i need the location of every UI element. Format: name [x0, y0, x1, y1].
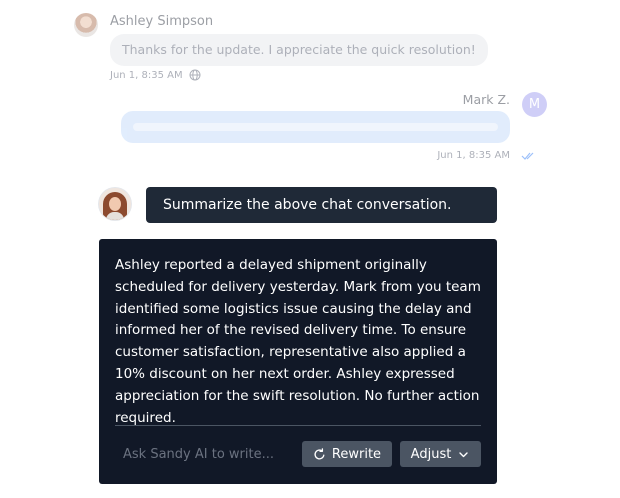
avatar[interactable]: M — [522, 92, 547, 117]
conversation-history: Ashley Simpson Thanks for the update. I … — [0, 0, 620, 180]
divider — [115, 425, 481, 426]
chat-panel: Ashley Simpson Thanks for the update. I … — [0, 0, 620, 498]
message-bubble-incoming: Thanks for the update. I appreciate the … — [110, 34, 488, 66]
adjust-label: Adjust — [410, 446, 452, 462]
ai-response-card: Ashley reported a delayed shipment origi… — [99, 239, 497, 484]
avatar — [99, 188, 131, 220]
adjust-dropdown-button[interactable]: Adjust — [400, 441, 481, 467]
message-timestamp: Jun 1, 8:35 AM — [437, 150, 510, 161]
message-placeholder — [133, 123, 498, 131]
rewrite-button[interactable]: Rewrite — [302, 441, 392, 467]
message-timestamp: Jun 1, 8:35 AM — [110, 69, 183, 81]
double-check-icon — [521, 152, 534, 160]
message-bubble-outgoing — [121, 111, 510, 143]
avatar[interactable] — [74, 13, 98, 37]
chevron-down-icon — [459, 451, 469, 457]
sender-name: Ashley Simpson — [110, 14, 214, 29]
rewrite-label: Rewrite — [331, 446, 382, 462]
globe-icon — [189, 69, 201, 81]
refresh-icon — [314, 447, 325, 459]
message-meta: Jun 1, 8:35 AM — [110, 69, 201, 81]
sender-name: Mark Z. — [462, 92, 510, 107]
ai-response-text: Ashley reported a delayed shipment origi… — [115, 257, 481, 426]
ask-ai-input[interactable] — [115, 441, 295, 467]
ai-prompt: Summarize the above chat conversation. — [146, 187, 497, 223]
